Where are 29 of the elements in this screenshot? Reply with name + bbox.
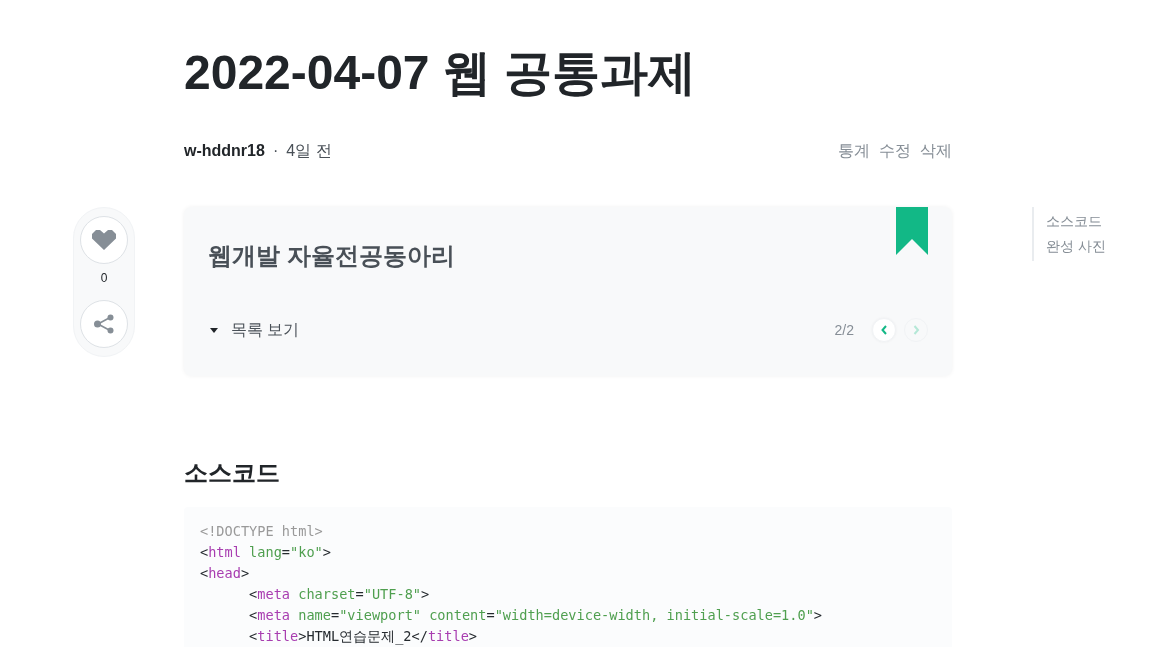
share-icon <box>94 314 114 334</box>
list-toggle-button[interactable]: 목록 보기 <box>208 319 300 341</box>
code-line: <!DOCTYPE html> <box>200 522 323 541</box>
code-line: <html lang="ko"> <box>200 543 331 562</box>
edit-button[interactable]: 수정 <box>879 139 911 163</box>
author-link[interactable]: w-hddnr18 <box>184 139 265 163</box>
caret-icon <box>210 327 218 333</box>
meta-separator: · <box>272 141 279 161</box>
code-line: <title>HTML연습문제_2</title> <box>248 627 477 647</box>
toc-link[interactable]: 소스코드 <box>1046 211 1106 232</box>
chevron-right-icon <box>912 325 920 335</box>
toc-link[interactable]: 완성 사진 <box>1046 236 1106 257</box>
series-position: 2/2 <box>834 322 854 338</box>
previous-button[interactable] <box>872 318 896 342</box>
like-count: 0 <box>100 270 108 287</box>
stats-button[interactable]: 통계 <box>838 139 870 163</box>
code-line: <meta name="viewport" content="width=device-width, initial-scale=1.0"> <box>248 606 823 625</box>
code-line: <meta charset="UTF-8"> <box>248 585 430 604</box>
share-button[interactable] <box>80 300 128 348</box>
bookmark-icon <box>896 207 928 255</box>
code-line: <head> <box>200 564 250 583</box>
like-button[interactable] <box>80 216 128 264</box>
chevron-left-icon <box>880 325 888 335</box>
series-title[interactable]: 웹개발 자율전공동아리 <box>208 242 455 269</box>
delete-button[interactable]: 삭제 <box>920 139 952 163</box>
section-heading: 소스코드 <box>184 458 281 488</box>
post-date: 4일 전 <box>286 141 332 161</box>
post-title: 2022-04-07 웹 공통과제 <box>184 45 698 101</box>
heart-icon <box>92 230 116 250</box>
